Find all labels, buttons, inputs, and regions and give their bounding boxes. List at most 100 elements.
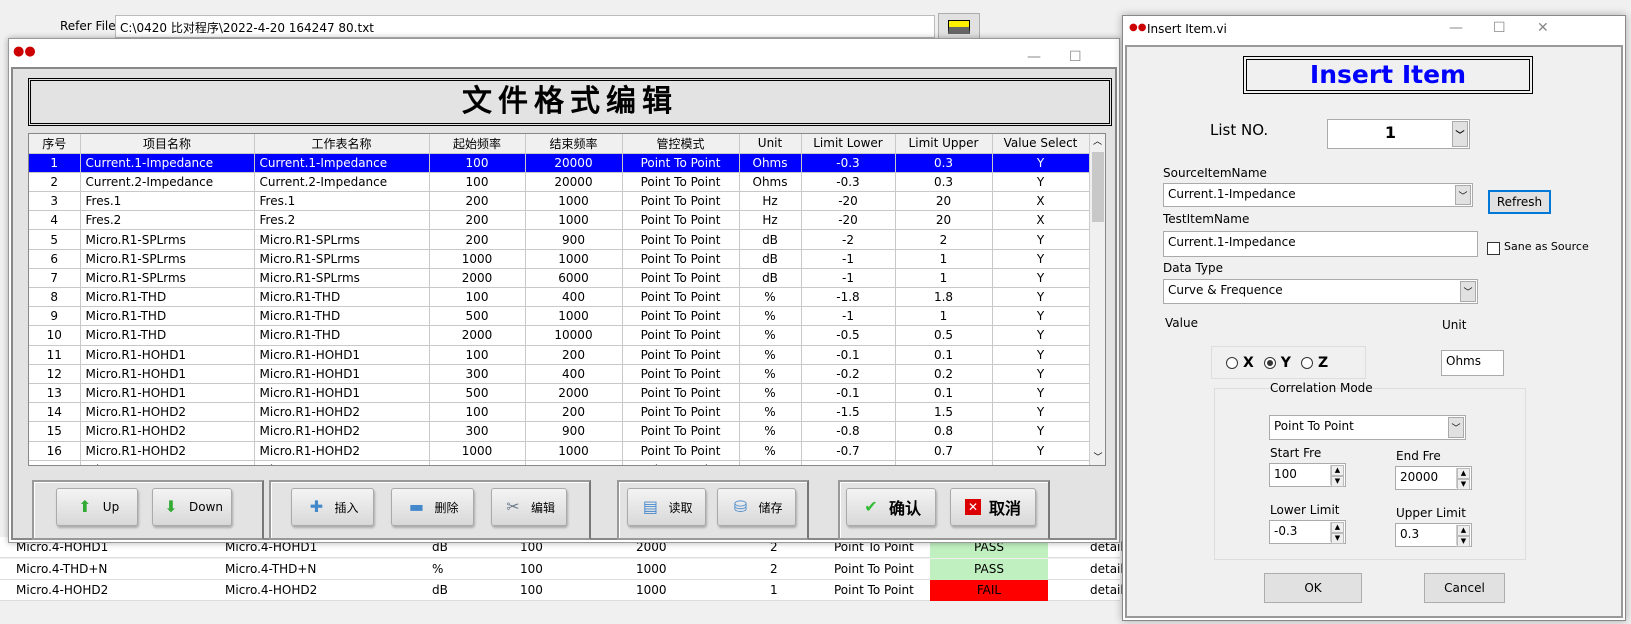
- column-header[interactable]: 项目名称: [80, 134, 255, 154]
- unit-input[interactable]: Ohms: [1441, 350, 1504, 376]
- up-button[interactable]: ⬆ Up: [56, 488, 138, 526]
- table-cell: 0.5: [895, 325, 993, 346]
- table-row[interactable]: 2 Current.2-Impedance Current.2-Impedance 1…: [29, 172, 1090, 193]
- maximize-button[interactable]: ☐: [1493, 20, 1506, 36]
- table-cell: Point To Point: [622, 325, 740, 346]
- item-table[interactable]: 序号 项目名称 工作表名称 起始频率 结束频率 管控模式 Unit Limit Lower Li…: [28, 133, 1106, 466]
- refresh-button[interactable]: Refresh: [1488, 190, 1551, 214]
- delete-button[interactable]: ▬ 删除: [391, 488, 474, 526]
- table-cell: Y: [992, 172, 1090, 193]
- table-row[interactable]: 13 Micro.R1-HOHD1 Micro.R1-HOHD1 500 2000 Poi…: [29, 383, 1090, 404]
- stepper-icon[interactable]: ▲ ▼: [1456, 525, 1470, 547]
- table-cell: Micro.R1-THD: [80, 306, 255, 327]
- table-cell: Y: [992, 460, 1090, 465]
- table-cell: -0.1: [801, 345, 896, 365]
- save-button[interactable]: ⛁ 储存: [717, 488, 796, 526]
- stepper-icon[interactable]: ▲ ▼: [1330, 465, 1344, 487]
- column-header[interactable]: 管控模式: [622, 134, 740, 154]
- read-button[interactable]: ▤ 读取: [627, 488, 706, 526]
- table-row[interactable]: 6 Micro.R1-SPLrms Micro.R1-SPLrms 1000 1000 P…: [29, 249, 1090, 269]
- ok-button[interactable]: OK: [1264, 573, 1362, 603]
- minimize-button[interactable]: —: [1449, 20, 1463, 36]
- source-item-select[interactable]: Current.1-Impedance ﹀: [1163, 183, 1473, 207]
- edit-button-group: ✚ 插入 ▬ 删除 ✂ 编辑: [269, 480, 591, 540]
- table-cell: Micro.R1-HOHD2: [254, 402, 430, 423]
- column-header[interactable]: 工作表名称: [254, 134, 430, 154]
- same-as-source-checkbox[interactable]: [1487, 242, 1500, 255]
- column-header[interactable]: 结束频率: [525, 134, 623, 154]
- table-row[interactable]: 9 Micro.R1-THD Micro.R1-THD 500 1000 Point To…: [29, 306, 1090, 327]
- table-cell: 2000: [525, 383, 623, 404]
- table-cell: 2000: [429, 325, 526, 346]
- column-header[interactable]: 序号: [29, 134, 81, 154]
- table-row[interactable]: 11 Micro.R1-HOHD1 Micro.R1-HOHD1 100 200 Poin…: [29, 345, 1090, 365]
- scroll-down-arrow-icon[interactable]: ﹀: [1090, 450, 1105, 463]
- column-header[interactable]: Value Select: [992, 134, 1090, 154]
- table-row[interactable]: 5 Micro.R1-SPLrms Micro.R1-SPLrms 200 900 Poi…: [29, 229, 1090, 250]
- open-folder-button[interactable]: [938, 13, 980, 40]
- chevron-down-icon[interactable]: ﹀: [1452, 121, 1468, 147]
- table-cell: 1000: [525, 249, 623, 269]
- dialog-cancel-button[interactable]: Cancel: [1424, 573, 1505, 603]
- radio-circle-icon[interactable]: [1226, 356, 1238, 369]
- value-radio-x[interactable]: X: [1226, 355, 1254, 371]
- result-status-badge: FAIL: [930, 580, 1048, 601]
- table-cell: 9: [29, 306, 81, 327]
- table-row[interactable]: 7 Micro.R1-SPLrms Micro.R1-SPLrms 2000 6000 P…: [29, 268, 1090, 289]
- insert-button[interactable]: ✚ 插入: [291, 488, 374, 526]
- table-row[interactable]: 17Micro.R1-HOHD2Micro.R1-HOHD2200010000P…: [29, 460, 1090, 465]
- table-row[interactable]: 15 Micro.R1-HOHD2 Micro.R1-HOHD2 300 900 Poin…: [29, 421, 1090, 442]
- table-cell: 20: [895, 191, 993, 212]
- table-row[interactable]: 12 Micro.R1-HOHD1 Micro.R1-HOHD1 300 400 Poin…: [29, 364, 1090, 384]
- value-radio-z[interactable]: Z: [1300, 355, 1328, 371]
- radio-circle-icon[interactable]: [1263, 356, 1276, 369]
- table-cell: -0.3: [801, 172, 896, 193]
- table-row[interactable]: 4 Fres.2 Fres.2 200 1000 Point To Point Hz -20 2…: [29, 210, 1090, 231]
- radio-circle-icon[interactable]: [1300, 356, 1313, 369]
- value-radio-y[interactable]: Y: [1263, 355, 1291, 371]
- table-cell: %: [739, 364, 802, 384]
- correlation-mode-select[interactable]: Point To Point ﹀: [1269, 415, 1466, 440]
- data-type-select[interactable]: Curve & Frequence ﹀: [1163, 279, 1478, 304]
- scroll-up-arrow-icon[interactable]: ︿: [1090, 134, 1105, 147]
- scroll-thumb[interactable]: [1092, 152, 1104, 222]
- table-cell: 1000: [525, 191, 623, 212]
- table-row[interactable]: 8 Micro.R1-THD Micro.R1-THD 100 400 Point To …: [29, 287, 1090, 308]
- refer-file-input[interactable]: C:\0420 比对程序\2022-4-20 164247 80.txt: [115, 15, 935, 38]
- table-row[interactable]: 14 Micro.R1-HOHD2 Micro.R1-HOHD2 100 200 Poin…: [29, 402, 1090, 423]
- chevron-down-icon[interactable]: ﹀: [1455, 185, 1471, 205]
- table-cell: 300: [429, 421, 526, 442]
- lower-limit-input[interactable]: -0.3 ▲ ▼: [1269, 520, 1346, 544]
- minimize-button[interactable]: —: [1027, 49, 1041, 65]
- table-row[interactable]: 1 Current.1-Impedance Current.1-Impedance 1…: [29, 153, 1090, 173]
- stepper-icon[interactable]: ▲ ▼: [1330, 522, 1344, 544]
- edit-button[interactable]: ✂ 编辑: [491, 488, 567, 526]
- test-item-input[interactable]: Current.1-Impedance: [1163, 231, 1478, 257]
- maximize-button[interactable]: ☐: [1069, 49, 1082, 65]
- start-fre-input[interactable]: 100 ▲ ▼: [1269, 463, 1346, 487]
- cancel-button[interactable]: ✕ 取消: [950, 488, 1036, 526]
- table-row[interactable]: 3 Fres.1 Fres.1 200 1000 Point To Point Hz -20 2…: [29, 191, 1090, 212]
- table-cell: 0.8: [895, 421, 993, 442]
- down-button[interactable]: ⬇ Down: [152, 488, 232, 526]
- table-row[interactable]: 10 Micro.R1-THD Micro.R1-THD 2000 10000 Point…: [29, 325, 1090, 346]
- column-header[interactable]: Limit Lower: [801, 134, 896, 154]
- table-cell: Micro.R1-THD: [80, 287, 255, 308]
- table-cell: 20000: [525, 153, 623, 173]
- list-no-select[interactable]: 1 ﹀: [1327, 119, 1470, 149]
- chevron-down-icon[interactable]: ﹀: [1460, 281, 1476, 302]
- close-button[interactable]: ✕: [1537, 20, 1549, 36]
- table-cell: Current.2-Impedance: [254, 172, 430, 193]
- end-fre-input[interactable]: 20000 ▲ ▼: [1395, 466, 1472, 490]
- chevron-down-icon[interactable]: ﹀: [1448, 417, 1464, 438]
- confirm-button[interactable]: ✔ 确认: [846, 488, 936, 526]
- table-row[interactable]: 16 Micro.R1-HOHD2 Micro.R1-HOHD2 1000 1000 Po…: [29, 441, 1090, 461]
- column-header[interactable]: Limit Upper: [895, 134, 993, 154]
- column-header[interactable]: 起始频率: [429, 134, 526, 154]
- upper-limit-input[interactable]: 0.3 ▲ ▼: [1395, 523, 1472, 547]
- table-scrollbar[interactable]: ︿ ﹀: [1089, 134, 1105, 465]
- column-header[interactable]: Unit: [739, 134, 802, 154]
- stepper-icon[interactable]: ▲ ▼: [1456, 468, 1470, 490]
- background-cell: 100: [520, 561, 543, 576]
- editor-title-banner: 文件格式编辑: [28, 78, 1112, 126]
